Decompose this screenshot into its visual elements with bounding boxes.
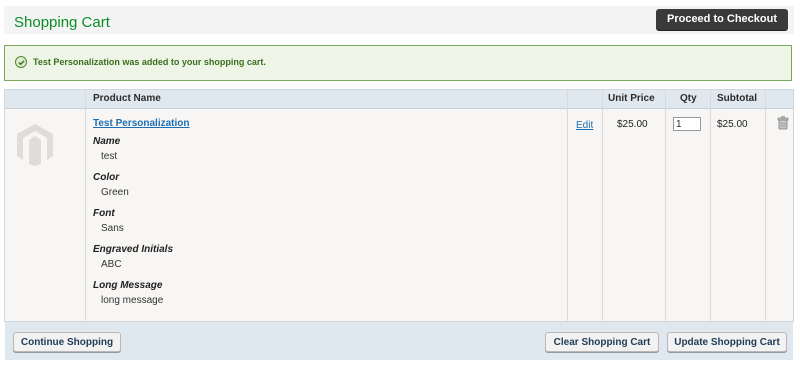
option-label-font: Font [93,208,115,219]
continue-shopping-button[interactable]: Continue Shopping [13,332,121,352]
column-header-product-name: Product Name [93,93,161,104]
column-divider [765,90,766,322]
option-value-name: test [101,151,118,162]
update-shopping-cart-button[interactable]: Update Shopping Cart [667,332,787,352]
option-value-long-message: long message [101,295,164,306]
option-label-color: Color [93,172,120,183]
success-check-icon [15,56,27,68]
proceed-to-checkout-button[interactable]: Proceed to Checkout [656,9,788,30]
column-divider [602,90,603,322]
column-divider [85,90,86,322]
page-header: Shopping Cart Proceed to Checkout [4,6,794,34]
product-image-placeholder [17,124,53,166]
page-title: Shopping Cart [14,14,110,31]
column-header-qty: Qty [680,93,697,104]
option-label-long-message: Long Message [93,280,163,291]
item-subtotal: $25.00 [717,119,748,130]
column-divider [665,90,666,322]
option-value-color: Green [101,187,129,198]
cart-table: Product Name Unit Price Qty Subtotal Tes… [4,89,794,360]
column-header-unit-price: Unit Price [608,93,655,104]
column-header-subtotal: Subtotal [717,93,757,104]
option-value-engraved-initials: ABC [101,259,122,270]
qty-input[interactable]: 1 [673,117,701,131]
option-label-engraved-initials: Engraved Initials [93,244,174,255]
clear-shopping-cart-button[interactable]: Clear Shopping Cart [545,332,659,352]
column-divider [710,90,711,322]
column-divider [567,90,568,322]
success-message: Test Personalization was added to your s… [4,45,792,81]
edit-item-link[interactable]: Edit [576,120,593,131]
unit-price: $25.00 [617,119,648,130]
success-message-text: Test Personalization was added to your s… [33,57,266,67]
product-name-link[interactable]: Test Personalization [93,118,190,129]
option-value-font: Sans [101,223,124,234]
cart-table-header: Product Name Unit Price Qty Subtotal [5,90,793,109]
remove-item-icon[interactable] [777,116,789,130]
option-label-name: Name [93,136,121,147]
cart-table-footer: Continue Shopping Clear Shopping Cart Up… [5,322,793,360]
